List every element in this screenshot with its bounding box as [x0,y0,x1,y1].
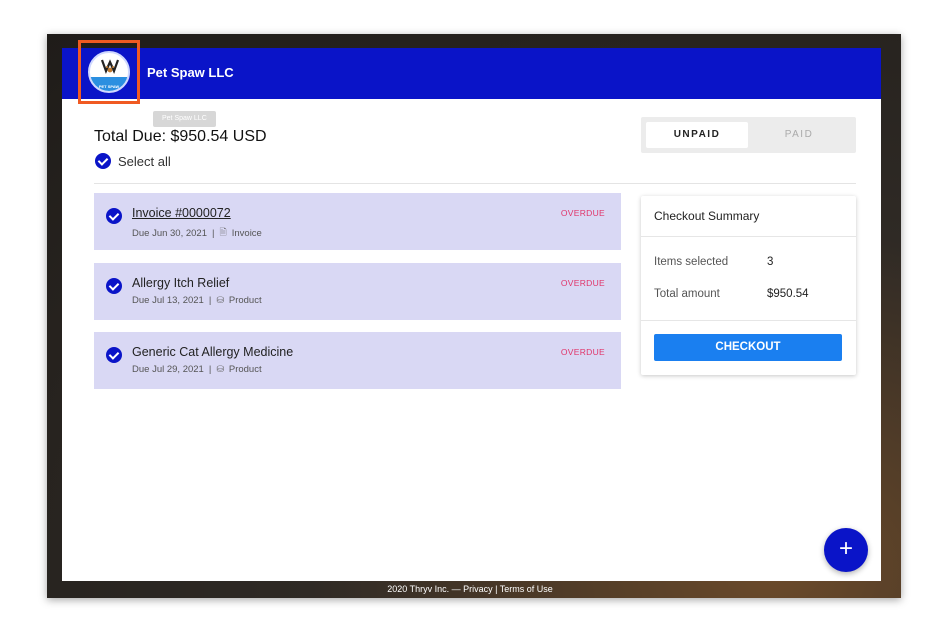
footer-text: 2020 Thryv Inc. — Privacy | Terms of Use [387,584,553,594]
total-due: Total Due: $950.54 USD [94,128,267,145]
select-all-toggle[interactable]: Select all [95,153,171,169]
item-meta: Due Jul 13, 2021 | ⛁ Product [132,295,262,306]
items-selected-value: 3 [767,256,774,268]
item-title: Allergy Itch Relief [132,276,230,290]
checkout-button[interactable]: CHECKOUT [654,334,842,361]
status-badge: OVERDUE [560,208,605,218]
item-due-date: Due Jun 30, 2021 [132,227,208,239]
item-title: Generic Cat Allergy Medicine [132,345,294,359]
meta-separator: | [208,364,212,375]
summary-title: Checkout Summary [654,209,760,223]
meta-separator: | [208,295,212,306]
summary-divider [641,236,856,237]
tab-paid[interactable]: PAID [748,122,850,148]
basket-icon: ⛁ [216,364,224,374]
item-type: Product [228,295,262,306]
tab-unpaid[interactable]: UNPAID [646,122,748,148]
item-due-date: Due Jul 13, 2021 [132,295,204,306]
item-type: Invoice [231,227,262,239]
brand-name: Pet Spaw LLC [147,65,234,80]
add-fab-button[interactable]: + [824,528,868,572]
select-all-label: Select all [118,153,171,169]
check-circle-icon[interactable] [106,208,122,224]
items-selected-label: Items selected [654,256,729,268]
status-badge: OVERDUE [560,278,605,288]
item-meta: Due Jul 29, 2021 | ⛁ Product [132,364,262,375]
total-amount-value: $950.54 [767,288,809,300]
logo-tooltip: Pet Spaw LLC [153,111,216,127]
portal-window: PET SPAW Pet Spaw LLC Pet Spaw LLC Total… [62,40,881,581]
screenshot-canvas: PET SPAW Pet Spaw LLC Pet Spaw LLC Total… [0,0,940,626]
list-item[interactable]: Invoice #0000072 Due Jun 30, 2021 | 🗎 In… [94,193,621,250]
status-tabs: UNPAID PAID [641,117,856,153]
company-logo[interactable]: PET SPAW [88,51,130,93]
header-bar: PET SPAW Pet Spaw LLC [62,40,881,104]
check-circle-icon[interactable] [106,278,122,294]
basket-icon: ⛁ [216,295,224,305]
check-circle-icon[interactable] [95,153,111,169]
status-badge: OVERDUE [560,347,605,357]
document-icon: 🗎 [219,227,227,237]
section-divider [94,183,856,184]
item-title-link[interactable]: Invoice #0000072 [132,206,231,220]
total-amount-label: Total amount [654,288,720,300]
check-circle-icon[interactable] [106,347,122,363]
summary-divider [641,320,856,321]
paw-logo-icon [100,59,120,74]
meta-separator: | [212,227,215,239]
checkout-summary-card: Checkout Summary Items selected 3 Total … [641,196,856,375]
list-item[interactable]: Allergy Itch Relief Due Jul 13, 2021 | ⛁… [94,263,621,320]
list-item[interactable]: Generic Cat Allergy Medicine Due Jul 29,… [94,332,621,389]
item-due-date: Due Jul 29, 2021 [132,364,204,375]
item-meta: Due Jun 30, 2021 | 🗎 Invoice [132,225,262,241]
item-type: Product [228,364,262,375]
logo-text: PET SPAW [98,84,120,89]
